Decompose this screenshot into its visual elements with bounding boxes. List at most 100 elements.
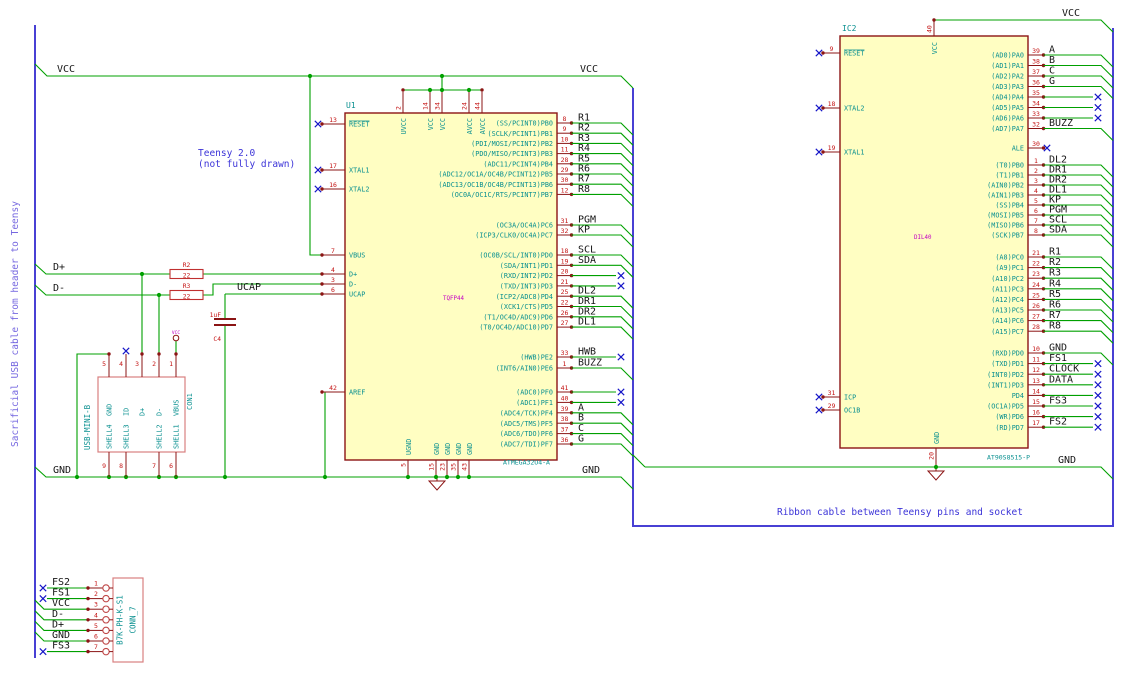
- pin-number: 28: [1032, 323, 1040, 331]
- pin-number: 16: [1032, 409, 1040, 417]
- pin-number: 2: [152, 360, 156, 368]
- pin-number: 39: [1032, 47, 1040, 55]
- pin-number: 8: [1034, 227, 1038, 235]
- pin-number: 12: [561, 186, 569, 194]
- noconnect-x-icon: [617, 398, 625, 407]
- pin-name: (PDO/MISO/PCINT3)PB3: [471, 150, 553, 158]
- wire: [1043, 127, 1114, 141]
- noconnect-x-icon: [314, 120, 322, 128]
- pin-name: (SDA/INT1)PD1: [500, 262, 553, 270]
- pin-name: RESET: [349, 121, 369, 129]
- net-label-gnd: GND: [1058, 455, 1076, 466]
- pin-name: (RXD/INT2)PD2: [500, 272, 553, 280]
- connector-pin-circle: [102, 647, 110, 656]
- pin-end-dot: [320, 168, 324, 172]
- net-label: VCC: [52, 598, 70, 609]
- vcc-power-symbol: [172, 334, 180, 342]
- net-label-vcc: VCC: [1062, 8, 1080, 19]
- noconnect-x-icon: [617, 353, 625, 361]
- noconnect-x-icon: [1094, 93, 1102, 101]
- pin-name: PD4: [1012, 392, 1024, 400]
- pin-name: (T1)PB1: [995, 172, 1024, 180]
- noconnect-x-icon: [1094, 402, 1102, 410]
- pin-name: (ADC6/TDO)PF6: [500, 430, 553, 438]
- net-label: DL1: [578, 317, 596, 328]
- net-label-vcc: VCC: [57, 64, 75, 75]
- note-ribbon-cable: Ribbon cable between Teensy pins and soc…: [777, 507, 1023, 518]
- noconnect-x-icon: [122, 347, 130, 355]
- pin-end-dot: [821, 395, 825, 399]
- pin-number: 2: [94, 590, 98, 598]
- pin-end-dot: [174, 352, 178, 356]
- pin-name: (OC3A/OC4A)PC6: [496, 222, 553, 230]
- pin-end-dot: [320, 292, 324, 296]
- net-label: HWB: [578, 347, 596, 358]
- pin-name: (T0/OC4D/ADC10)PD7: [479, 324, 553, 332]
- pin-number: 24: [1032, 281, 1040, 289]
- pin-name: (ADC13/OC1B/OC4B/PCINT13)PB6: [438, 181, 553, 189]
- pin-number: 1: [563, 360, 567, 368]
- pin-name: (AD6)PA6: [991, 115, 1024, 123]
- net-label: B: [578, 413, 584, 424]
- pin-number: 17: [329, 162, 337, 170]
- connector-pin-circle: [102, 584, 110, 592]
- pin-name: AREF: [349, 389, 365, 397]
- pin-name: (ICP3/CLK0/OC4A)PC7: [475, 232, 553, 240]
- noconnect-x-icon: [39, 584, 47, 592]
- net-label: CLOCK: [1049, 364, 1079, 375]
- wire-vcc-right: [934, 19, 1114, 33]
- pin-name: VBUS: [173, 400, 181, 416]
- pin-name: (ICP2/ADC8)PD4: [496, 293, 553, 301]
- pin-name: SHELL1: [173, 424, 181, 449]
- pin-name: GND: [933, 432, 941, 444]
- noconnect-x-icon: [1094, 103, 1102, 112]
- wire: [1043, 234, 1114, 248]
- pin-number: 35: [1032, 89, 1040, 97]
- wire: [1043, 330, 1114, 344]
- noconnect-x-icon: [39, 594, 47, 603]
- net-label: G: [1049, 76, 1055, 87]
- junction-dot: [455, 474, 461, 480]
- pin-number: 26: [1032, 302, 1040, 310]
- net-label: R2: [1049, 257, 1061, 268]
- con1-value: USB-MINI-B: [83, 404, 92, 450]
- pin-number: 41: [561, 384, 569, 392]
- pin-number: 18: [561, 247, 569, 255]
- pin-name: (SCLK/PCINT1)PB1: [488, 130, 553, 138]
- note-sacrificial-cable: Sacrificial USB cable from header to Tee…: [10, 201, 21, 447]
- pin-number: 27: [1032, 313, 1040, 321]
- net-label: R3: [1049, 268, 1061, 279]
- net-label: DATA: [1049, 374, 1073, 385]
- pin-number: 40: [561, 394, 569, 402]
- pin-number: 25: [1032, 291, 1040, 299]
- pin-number: 7: [1034, 217, 1038, 225]
- pin-number: 5: [400, 463, 408, 467]
- pin-name: (XCK1/CTS)PD5: [500, 303, 553, 311]
- pin-number: 11: [561, 146, 569, 154]
- pin-number: 9: [563, 125, 567, 133]
- pin-number: 12: [1032, 366, 1040, 374]
- pin-number: 4: [331, 266, 335, 274]
- noconnect-x-icon: [1094, 370, 1102, 378]
- noconnect-x-icon: [314, 185, 322, 193]
- pin-name: (PDI/MOSI/PCINT2)PB2: [471, 140, 553, 148]
- net-label: R5: [1049, 289, 1061, 300]
- pin-number: 3: [1034, 177, 1038, 185]
- ic2-footprint: DIL40: [914, 235, 932, 241]
- pin-number: 5: [102, 360, 106, 368]
- net-label: SDA: [578, 255, 596, 266]
- pin-number: 22: [1032, 260, 1040, 268]
- pin-number: 38: [561, 415, 569, 423]
- pin-number: 21: [561, 278, 569, 286]
- wire-gnd-right: [632, 454, 1114, 480]
- pin-name: (ADC0)PF0: [516, 389, 553, 397]
- net-label: FS2: [1049, 417, 1067, 428]
- u1-footprint: TQFP44: [443, 296, 464, 302]
- pin-end-dot: [1041, 146, 1046, 150]
- net-label: FS1: [1049, 353, 1067, 364]
- pin-name: (TXD/INT3)PD3: [500, 283, 553, 291]
- pin-number: 36: [561, 436, 569, 444]
- pin-end-dot: [320, 282, 324, 286]
- pin-name: VCC: [931, 42, 939, 54]
- pin-name: D+: [349, 271, 357, 279]
